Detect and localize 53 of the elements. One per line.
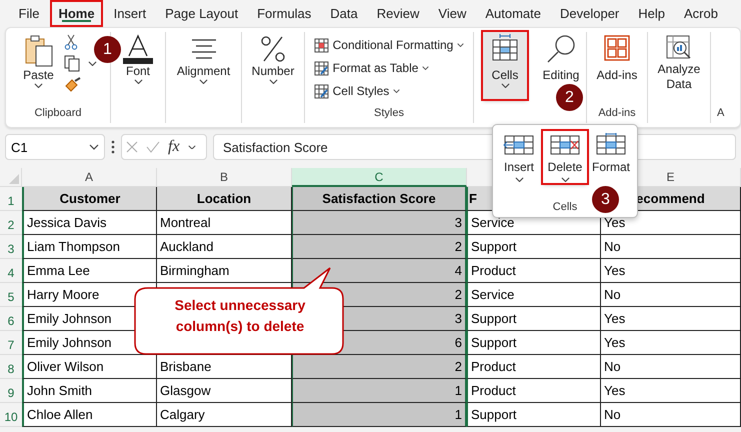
table-cell: Product bbox=[467, 379, 601, 403]
row-number: 4 bbox=[0, 259, 22, 283]
table-cell: Auckland bbox=[157, 235, 292, 259]
row-number: 2 bbox=[0, 211, 22, 235]
table-cell: Support bbox=[467, 331, 601, 355]
table-cell: Birmingham bbox=[157, 259, 292, 283]
table-cell: Montreal bbox=[157, 211, 292, 235]
group-label: Cells bbox=[552, 201, 578, 213]
table-cell: Product bbox=[467, 259, 601, 283]
table-cell: Jessica Davis bbox=[22, 211, 157, 235]
table-cell: No bbox=[601, 355, 741, 379]
table-cell: 1 bbox=[292, 403, 467, 427]
table-cell: 1 bbox=[292, 379, 467, 403]
table-cell: Product bbox=[467, 355, 601, 379]
table-cell: Yes bbox=[601, 211, 741, 235]
table-cell: Yes bbox=[601, 259, 741, 283]
table-cell: 2 bbox=[292, 355, 467, 379]
table-cell: Support bbox=[467, 403, 601, 427]
table-cell: 2 bbox=[292, 235, 467, 259]
group-label: Clipboard bbox=[34, 107, 82, 121]
table-cell: Service bbox=[467, 283, 601, 307]
row-number: 6 bbox=[0, 307, 22, 331]
row-number: 8 bbox=[0, 355, 22, 379]
row-number: 5 bbox=[0, 283, 22, 307]
row-number: 7 bbox=[0, 331, 22, 355]
table-cell: Yes bbox=[601, 331, 741, 355]
table-cell: Chloe Allen bbox=[22, 403, 157, 427]
row-number: 3 bbox=[0, 235, 22, 259]
table-cell: Yes bbox=[601, 307, 741, 331]
header-cell: Customer bbox=[22, 187, 157, 211]
table-cell: Calgary bbox=[157, 403, 292, 427]
row-number: 9 bbox=[0, 379, 22, 403]
table-cell: 4 bbox=[292, 259, 467, 283]
group-label: A bbox=[717, 107, 724, 121]
table-cell: Emma Lee bbox=[22, 259, 157, 283]
group-label: Add-ins bbox=[598, 107, 636, 121]
group-label: Styles bbox=[374, 107, 404, 121]
table-cell: Glasgow bbox=[157, 379, 292, 403]
header-cell: Location bbox=[157, 187, 292, 211]
table-cell: Yes bbox=[601, 379, 741, 403]
table-cell: Liam Thompson bbox=[22, 235, 157, 259]
table-cell: John Smith bbox=[22, 379, 157, 403]
header-cell: Satisfaction Score bbox=[292, 187, 467, 211]
table-cell: Support bbox=[467, 307, 601, 331]
table-cell: Oliver Wilson bbox=[22, 355, 157, 379]
table-cell: No bbox=[601, 283, 741, 307]
table-cell: Brisbane bbox=[157, 355, 292, 379]
row-number: 1 bbox=[0, 187, 22, 211]
table-cell: No bbox=[601, 403, 741, 427]
table-cell: No bbox=[601, 235, 741, 259]
table-cell: Support bbox=[467, 235, 601, 259]
row-number: 10 bbox=[0, 403, 22, 427]
table-cell: 3 bbox=[292, 211, 467, 235]
